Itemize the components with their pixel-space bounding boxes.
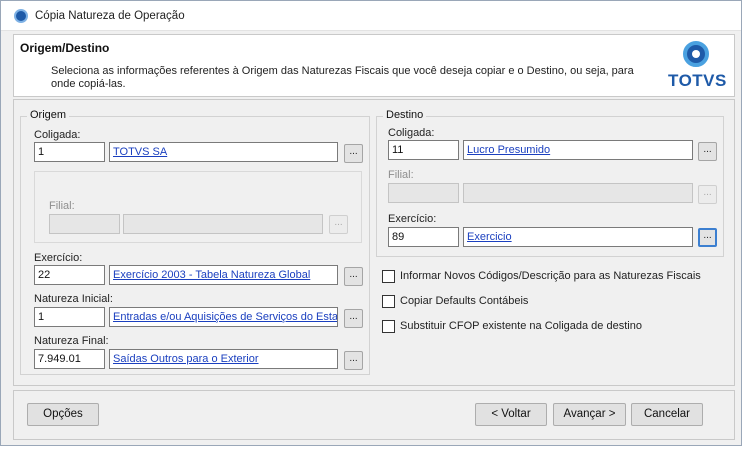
- destino-exercicio-name-input[interactable]: Exercicio: [463, 227, 693, 247]
- title-bar: Cópia Natureza de Operação: [1, 1, 741, 31]
- option-novos-codigos-checkbox[interactable]: [382, 270, 395, 283]
- totvs-logo: TOTVS: [668, 41, 726, 93]
- destino-coligada-lookup-button[interactable]: ...: [698, 142, 717, 161]
- option-substituir-cfop-checkbox[interactable]: [382, 320, 395, 333]
- destino-exercicio-lookup-button[interactable]: ...: [698, 228, 717, 247]
- app-icon: [14, 9, 28, 23]
- origem-filial-box: Filial: ...: [34, 171, 362, 243]
- destino-coligada-code-input[interactable]: 11: [388, 140, 459, 160]
- option-copiar-defaults[interactable]: Copiar Defaults Contábeis: [382, 295, 722, 309]
- origem-exercicio-lookup-button[interactable]: ...: [344, 267, 363, 286]
- destino-filial-name-input: [463, 183, 693, 203]
- destino-filial-lookup-button: ...: [698, 185, 717, 204]
- destino-coligada-name-input[interactable]: Lucro Presumido: [463, 140, 693, 160]
- origem-natureza-inicial-code-input[interactable]: 1: [34, 307, 105, 327]
- origem-natureza-final-code-input[interactable]: 7.949.01: [34, 349, 105, 369]
- option-copiar-defaults-checkbox[interactable]: [382, 295, 395, 308]
- back-button[interactable]: < Voltar: [475, 403, 547, 426]
- origem-filial-name-input: [123, 214, 323, 234]
- next-button[interactable]: Avançar >: [553, 403, 626, 426]
- wizard-header: Origem/Destino Seleciona as informações …: [13, 34, 735, 97]
- origem-natureza-inicial-name-input[interactable]: Entradas e/ou Aquisições de Serviços do …: [109, 307, 338, 327]
- destino-filial-code-input: [388, 183, 459, 203]
- option-copiar-defaults-label: Copiar Defaults Contábeis: [400, 295, 529, 307]
- step-description: Seleciona as informações referentes à Or…: [51, 65, 634, 90]
- destino-group-label: Destino: [383, 109, 427, 121]
- destino-coligada-label: Coligada:: [388, 127, 435, 139]
- destino-exercicio-code-input[interactable]: 89: [388, 227, 459, 247]
- cancel-button[interactable]: Cancelar: [631, 403, 703, 426]
- origem-natureza-final-label: Natureza Final:: [34, 335, 109, 347]
- destino-group: Destino Coligada: 11 Lucro Presumido ...…: [376, 109, 724, 257]
- wizard-footer: Opções < Voltar Avançar > Cancelar: [13, 390, 735, 440]
- origem-coligada-name-input[interactable]: TOTVS SA: [109, 142, 338, 162]
- origem-filial-code-input: [49, 214, 120, 234]
- origem-exercicio-label: Exercício:: [34, 252, 83, 264]
- origem-group-label: Origem: [27, 109, 70, 121]
- step-title: Origem/Destino: [20, 41, 110, 55]
- origem-filial-lookup-button: ...: [329, 215, 348, 234]
- origem-natureza-final-lookup-button[interactable]: ...: [344, 351, 363, 370]
- origem-group: Origem Coligada: 1 TOTVS SA ... Filial: …: [20, 109, 370, 375]
- option-novos-codigos-label: Informar Novos Códigos/Descrição para as…: [400, 270, 701, 282]
- dialog-window: Cópia Natureza de Operação Origem/Destin…: [0, 0, 742, 446]
- origem-coligada-lookup-button[interactable]: ...: [344, 144, 363, 163]
- origem-coligada-label: Coligada:: [34, 129, 81, 141]
- options-button[interactable]: Opções: [27, 403, 99, 426]
- origem-coligada-code-input[interactable]: 1: [34, 142, 105, 162]
- destino-filial-label: Filial:: [388, 169, 414, 181]
- destino-exercicio-label: Exercício:: [388, 213, 437, 225]
- origem-exercicio-name-input[interactable]: Exercício 2003 - Tabela Natureza Global: [109, 265, 338, 285]
- option-substituir-cfop-label: Substituir CFOP existente na Coligada de…: [400, 320, 642, 332]
- totvs-logo-text: TOTVS: [668, 71, 727, 90]
- origem-natureza-final-name-input[interactable]: Saídas Outros para o Exterior: [109, 349, 338, 369]
- content-panel: Origem Coligada: 1 TOTVS SA ... Filial: …: [13, 99, 735, 386]
- option-substituir-cfop[interactable]: Substituir CFOP existente na Coligada de…: [382, 320, 722, 334]
- origem-natureza-inicial-label: Natureza Inicial:: [34, 293, 113, 305]
- origem-natureza-inicial-lookup-button[interactable]: ...: [344, 309, 363, 328]
- origem-filial-label: Filial:: [49, 200, 75, 212]
- totvs-logo-icon: [683, 41, 709, 67]
- origem-exercicio-code-input[interactable]: 22: [34, 265, 105, 285]
- option-novos-codigos[interactable]: Informar Novos Códigos/Descrição para as…: [382, 270, 722, 284]
- window-title: Cópia Natureza de Operação: [35, 10, 185, 22]
